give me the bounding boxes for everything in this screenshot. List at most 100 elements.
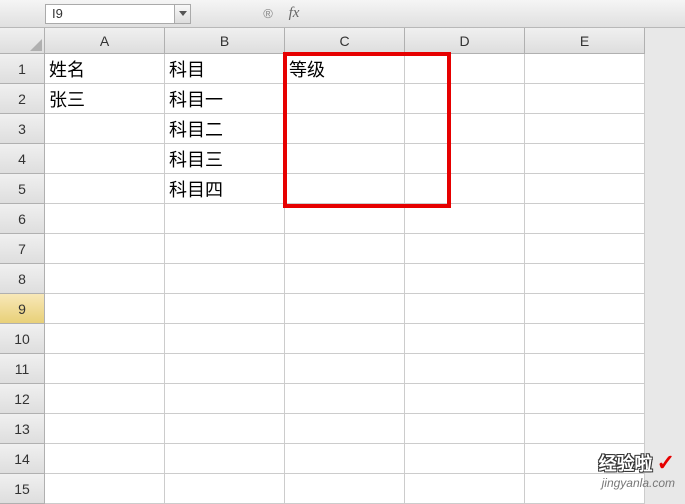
cell-B7[interactable] — [165, 234, 285, 264]
cell-C4[interactable] — [285, 144, 405, 174]
cell-A2[interactable]: 张三 — [45, 84, 165, 114]
cell-C9[interactable] — [285, 294, 405, 324]
cell-C14[interactable] — [285, 444, 405, 474]
cell-C3[interactable] — [285, 114, 405, 144]
cell-A4[interactable] — [45, 144, 165, 174]
cell-D12[interactable] — [405, 384, 525, 414]
cell-E11[interactable] — [525, 354, 645, 384]
row-header-5[interactable]: 5 — [0, 174, 45, 204]
cell-E1[interactable] — [525, 54, 645, 84]
cell-A13[interactable] — [45, 414, 165, 444]
cell-C12[interactable] — [285, 384, 405, 414]
cell-row — [45, 324, 645, 354]
row-header-4[interactable]: 4 — [0, 144, 45, 174]
cell-D10[interactable] — [405, 324, 525, 354]
row-header-9[interactable]: 9 — [0, 294, 45, 324]
cell-B5[interactable]: 科目四 — [165, 174, 285, 204]
cell-B6[interactable] — [165, 204, 285, 234]
row-header-7[interactable]: 7 — [0, 234, 45, 264]
row-header-12[interactable]: 12 — [0, 384, 45, 414]
cell-C5[interactable] — [285, 174, 405, 204]
cell-B4[interactable]: 科目三 — [165, 144, 285, 174]
cell-A12[interactable] — [45, 384, 165, 414]
cell-D9[interactable] — [405, 294, 525, 324]
cell-A7[interactable] — [45, 234, 165, 264]
row-header-8[interactable]: 8 — [0, 264, 45, 294]
cell-D8[interactable] — [405, 264, 525, 294]
cell-A6[interactable] — [45, 204, 165, 234]
select-all-corner[interactable] — [0, 28, 45, 54]
name-box-input[interactable]: I9 — [45, 4, 175, 24]
cell-D13[interactable] — [405, 414, 525, 444]
row-header-13[interactable]: 13 — [0, 414, 45, 444]
cells-grid[interactable]: 姓名科目等级张三科目一科目二科目三科目四 — [45, 54, 645, 504]
cell-E8[interactable] — [525, 264, 645, 294]
cell-A5[interactable] — [45, 174, 165, 204]
column-header-C[interactable]: C — [285, 28, 405, 54]
cell-B11[interactable] — [165, 354, 285, 384]
row-header-10[interactable]: 10 — [0, 324, 45, 354]
row-header-14[interactable]: 14 — [0, 444, 45, 474]
cell-A11[interactable] — [45, 354, 165, 384]
cell-D6[interactable] — [405, 204, 525, 234]
column-header-row: ABCDE — [0, 28, 685, 54]
column-header-A[interactable]: A — [45, 28, 165, 54]
cell-C7[interactable] — [285, 234, 405, 264]
cell-E9[interactable] — [525, 294, 645, 324]
cell-C2[interactable] — [285, 84, 405, 114]
cell-C8[interactable] — [285, 264, 405, 294]
column-header-B[interactable]: B — [165, 28, 285, 54]
watermark-check-icon: ✓ — [657, 450, 675, 476]
cell-A1[interactable]: 姓名 — [45, 54, 165, 84]
cell-E5[interactable] — [525, 174, 645, 204]
cell-D14[interactable] — [405, 444, 525, 474]
cell-E6[interactable] — [525, 204, 645, 234]
row-header-3[interactable]: 3 — [0, 114, 45, 144]
cell-A8[interactable] — [45, 264, 165, 294]
insert-function-button[interactable]: ® — [256, 4, 280, 24]
cell-B1[interactable]: 科目 — [165, 54, 285, 84]
row-header-2[interactable]: 2 — [0, 84, 45, 114]
column-header-D[interactable]: D — [405, 28, 525, 54]
row-header-6[interactable]: 6 — [0, 204, 45, 234]
fx-icon[interactable]: fx — [280, 4, 308, 24]
cell-D11[interactable] — [405, 354, 525, 384]
cell-C1[interactable]: 等级 — [285, 54, 405, 84]
cell-A9[interactable] — [45, 294, 165, 324]
cell-D5[interactable] — [405, 174, 525, 204]
cell-row — [45, 264, 645, 294]
name-box-dropdown[interactable] — [175, 4, 191, 24]
cell-A10[interactable] — [45, 324, 165, 354]
cell-D7[interactable] — [405, 234, 525, 264]
cell-row — [45, 444, 645, 474]
cell-D2[interactable] — [405, 84, 525, 114]
cell-E4[interactable] — [525, 144, 645, 174]
cell-C11[interactable] — [285, 354, 405, 384]
cell-E2[interactable] — [525, 84, 645, 114]
cell-B8[interactable] — [165, 264, 285, 294]
cell-D1[interactable] — [405, 54, 525, 84]
cell-E12[interactable] — [525, 384, 645, 414]
cell-D4[interactable] — [405, 144, 525, 174]
cell-A3[interactable] — [45, 114, 165, 144]
cell-B14[interactable] — [165, 444, 285, 474]
cell-B10[interactable] — [165, 324, 285, 354]
cell-B13[interactable] — [165, 414, 285, 444]
cell-E13[interactable] — [525, 414, 645, 444]
cell-B3[interactable]: 科目二 — [165, 114, 285, 144]
cell-E10[interactable] — [525, 324, 645, 354]
cell-E3[interactable] — [525, 114, 645, 144]
cell-B2[interactable]: 科目一 — [165, 84, 285, 114]
row-header-1[interactable]: 1 — [0, 54, 45, 84]
cell-C6[interactable] — [285, 204, 405, 234]
cell-C10[interactable] — [285, 324, 405, 354]
cell-B12[interactable] — [165, 384, 285, 414]
cell-C13[interactable] — [285, 414, 405, 444]
cell-row — [45, 414, 645, 444]
cell-D3[interactable] — [405, 114, 525, 144]
cell-E7[interactable] — [525, 234, 645, 264]
cell-A14[interactable] — [45, 444, 165, 474]
column-header-E[interactable]: E — [525, 28, 645, 54]
row-header-11[interactable]: 11 — [0, 354, 45, 384]
cell-B9[interactable] — [165, 294, 285, 324]
